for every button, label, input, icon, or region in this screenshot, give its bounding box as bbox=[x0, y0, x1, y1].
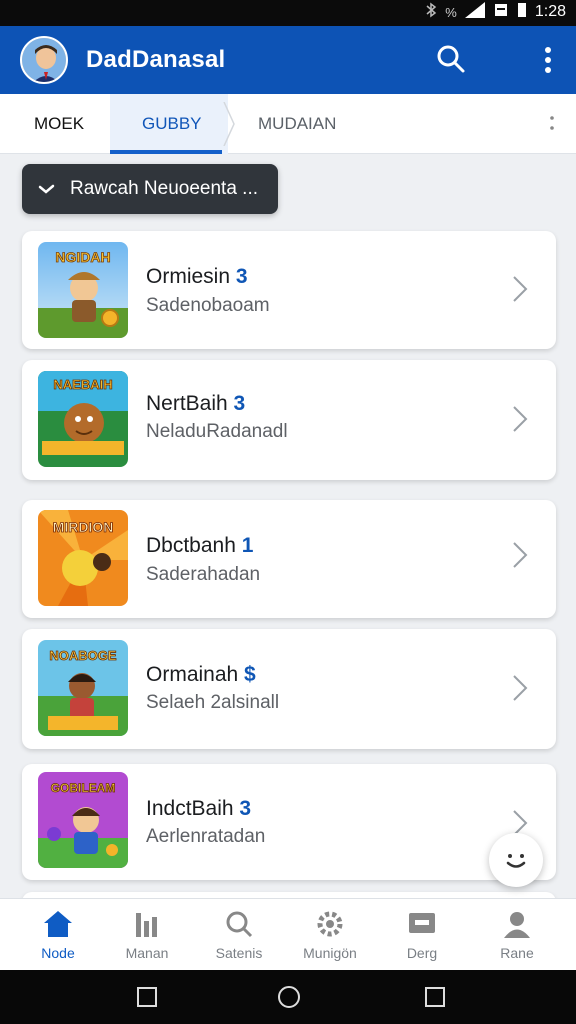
item-subtitle: NeladuRadanadl bbox=[146, 421, 288, 442]
search-icon bbox=[437, 45, 465, 73]
list-item[interactable]: NAEBAIH NertBaih 3 NeladuRadanadl bbox=[22, 360, 556, 480]
tab-bar: MOEK GUBBY MUDAIAN bbox=[0, 94, 576, 154]
game-thumbnail: NAEBAIH bbox=[38, 371, 128, 467]
svg-text:NAEBAIH: NAEBAIH bbox=[53, 377, 112, 392]
nav-label: Munigön bbox=[303, 945, 357, 961]
person-icon bbox=[504, 912, 530, 938]
game-thumbnail: NOABOGE bbox=[38, 640, 128, 736]
chevron-right-icon bbox=[513, 675, 528, 701]
tab-gubby[interactable]: GUBBY bbox=[110, 94, 228, 154]
list-item[interactable]: NGIDAH Ormiesin 3 Sadenobaoam bbox=[22, 231, 556, 349]
tab-moek[interactable]: MOEK bbox=[0, 94, 110, 154]
nav-label: Derg bbox=[406, 945, 438, 961]
bottom-navigation: Node Manan Satenis Munigön Derg Rane bbox=[0, 898, 576, 970]
item-subtitle: Sadenobaoam bbox=[146, 295, 270, 316]
home-icon bbox=[44, 911, 72, 937]
item-subtitle: Aerlenratadan bbox=[146, 826, 266, 847]
nav-item-satenis[interactable]: Satenis bbox=[193, 899, 285, 971]
list-item[interactable]: GOBILEAM IndctBaih 3 Aerlenratadan bbox=[22, 764, 556, 880]
wifi-icon bbox=[493, 2, 509, 22]
bluetooth-icon bbox=[425, 2, 437, 22]
tab-overflow-icon[interactable] bbox=[548, 114, 556, 134]
chevron-right-icon bbox=[513, 276, 528, 302]
face-icon bbox=[506, 854, 526, 868]
nav-item-derg[interactable]: Derg bbox=[376, 899, 468, 971]
list-item[interactable]: MIRDION Dbctbanh 1 Saderahadan bbox=[22, 500, 556, 618]
app-bar: DadDanasal bbox=[0, 26, 576, 94]
recents-button[interactable] bbox=[424, 986, 446, 1008]
home-button[interactable] bbox=[277, 985, 301, 1009]
svg-text:NOABOGE: NOABOGE bbox=[49, 648, 117, 663]
item-title: Ormainah $ bbox=[146, 663, 256, 686]
gear-icon bbox=[317, 911, 343, 937]
nav-item-munigon[interactable]: Munigön bbox=[284, 899, 376, 971]
message-icon bbox=[409, 913, 435, 933]
svg-text:GOBILEAM: GOBILEAM bbox=[51, 781, 116, 795]
battery-icon bbox=[517, 2, 527, 22]
search-button[interactable] bbox=[432, 40, 470, 78]
game-thumbnail: GOBILEAM bbox=[38, 772, 128, 868]
item-title: IndctBaih 3 bbox=[146, 797, 252, 820]
back-button[interactable] bbox=[136, 986, 158, 1008]
nav-item-rane[interactable]: Rane bbox=[471, 899, 563, 971]
list-item[interactable]: NOABOGE Ormainah $ Selaeh 2alsinall bbox=[22, 629, 556, 749]
system-navigation-bar bbox=[0, 970, 576, 1024]
nav-label: Manan bbox=[125, 945, 169, 961]
chevron-right-icon bbox=[513, 542, 528, 568]
nav-label: Node bbox=[41, 945, 75, 961]
item-subtitle: Selaeh 2alsinall bbox=[146, 692, 280, 713]
bar-chart-icon bbox=[136, 913, 157, 937]
avatar[interactable] bbox=[20, 36, 68, 84]
item-title: Dbctbanh 1 bbox=[146, 534, 254, 557]
clock: 1:28 bbox=[534, 3, 566, 20]
nav-label: Rane bbox=[500, 945, 534, 961]
status-bar: % 1:28 bbox=[0, 0, 576, 26]
nav-label: Satenis bbox=[215, 945, 263, 961]
edit-icon bbox=[38, 184, 55, 194]
tab-mudaian[interactable]: MUDAIAN bbox=[228, 94, 528, 154]
item-title: Ormiesin 3 bbox=[146, 265, 248, 288]
filter-chip-label: Rawcah Neuoeenta ... bbox=[70, 178, 259, 199]
more-options-button[interactable] bbox=[536, 42, 560, 78]
item-title: NertBaih 3 bbox=[146, 392, 246, 415]
filter-chip[interactable]: Rawcah Neuoeenta ... bbox=[22, 164, 278, 214]
assistant-button[interactable] bbox=[489, 833, 543, 887]
svg-text:MIRDION: MIRDION bbox=[53, 519, 114, 535]
item-subtitle: Saderahadan bbox=[146, 564, 261, 585]
nav-item-manan[interactable]: Manan bbox=[101, 899, 193, 971]
search-icon bbox=[226, 911, 253, 938]
more-vert-icon bbox=[545, 47, 551, 73]
app-title: DadDanasal bbox=[86, 46, 226, 73]
chevron-right-icon bbox=[513, 406, 528, 432]
signal-icon bbox=[464, 2, 485, 22]
nav-item-home[interactable]: Node bbox=[12, 899, 104, 971]
game-thumbnail: MIRDION bbox=[38, 510, 128, 606]
svg-text:NGIDAH: NGIDAH bbox=[55, 249, 110, 265]
battery-saver-text: % bbox=[445, 4, 457, 20]
game-thumbnail: NGIDAH bbox=[38, 242, 128, 338]
